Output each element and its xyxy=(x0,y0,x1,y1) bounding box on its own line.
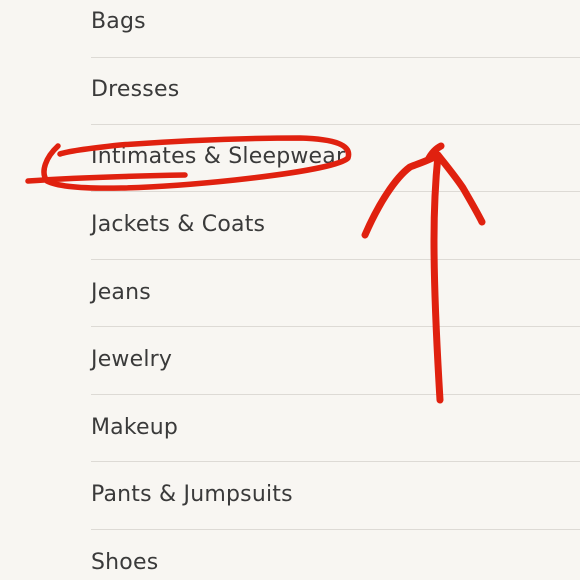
divider xyxy=(91,394,580,395)
category-item-intimates-sleepwear[interactable]: Intimates & Sleepwear xyxy=(91,144,580,170)
category-list: Bags Dresses Intimates & Sleepwear Jacke… xyxy=(0,0,580,580)
divider xyxy=(91,191,580,192)
category-item-shoes[interactable]: Shoes xyxy=(91,550,580,576)
category-item-bags[interactable]: Bags xyxy=(91,9,580,35)
category-item-jackets-coats[interactable]: Jackets & Coats xyxy=(91,212,580,238)
category-item-jewelry[interactable]: Jewelry xyxy=(91,347,580,373)
category-item-dresses[interactable]: Dresses xyxy=(91,77,580,103)
divider xyxy=(91,326,580,327)
divider xyxy=(91,57,580,58)
category-item-makeup[interactable]: Makeup xyxy=(91,415,580,441)
divider xyxy=(91,124,580,125)
divider xyxy=(91,259,580,260)
category-list-screen: Bags Dresses Intimates & Sleepwear Jacke… xyxy=(0,0,580,580)
category-item-pants-jumpsuits[interactable]: Pants & Jumpsuits xyxy=(91,482,580,508)
category-item-jeans[interactable]: Jeans xyxy=(91,280,580,306)
divider xyxy=(91,529,580,530)
divider xyxy=(91,461,580,462)
